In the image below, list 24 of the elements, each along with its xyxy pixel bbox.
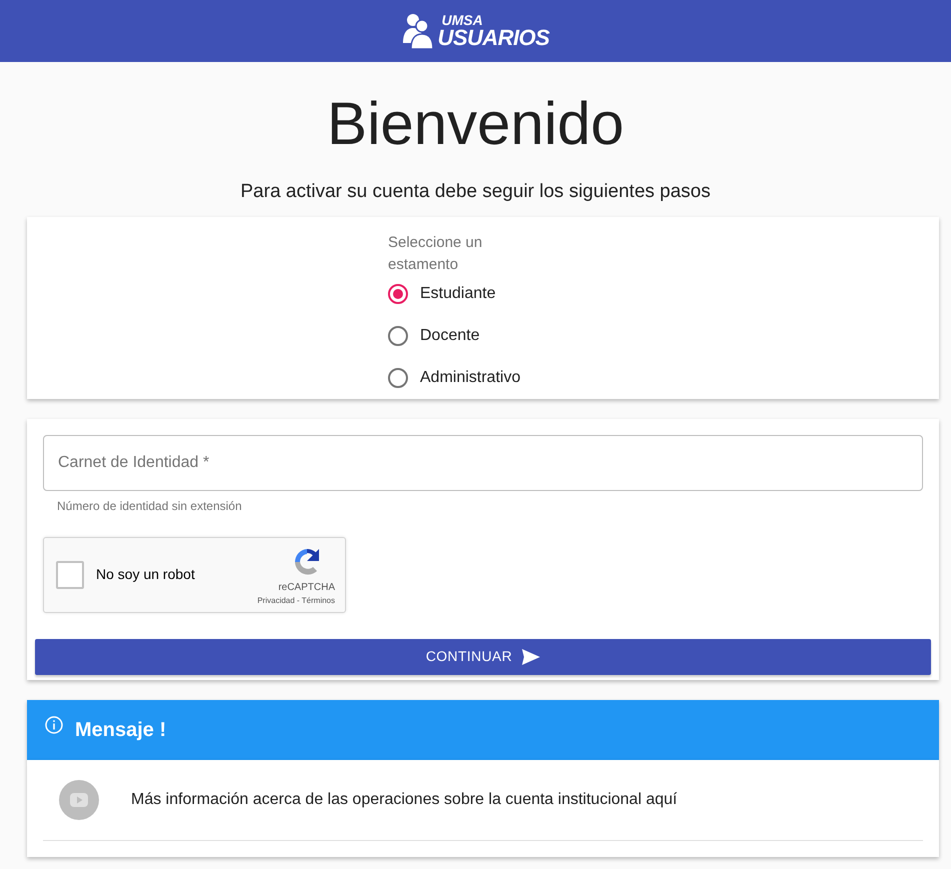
message-title: Mensaje ! bbox=[75, 718, 166, 742]
info-icon bbox=[45, 716, 63, 734]
group-label: Seleccione un estamento bbox=[388, 232, 484, 275]
radio-button[interactable] bbox=[388, 368, 408, 388]
radio-label: Estudiante bbox=[420, 284, 496, 304]
subtitle: Para activar su cuenta debe seguir los siguientes pasos bbox=[240, 180, 712, 204]
captcha-checkbox[interactable] bbox=[56, 560, 84, 588]
captcha-brand: reCAPTCHA bbox=[278, 580, 335, 594]
continue-button[interactable]: CONTINUAR bbox=[35, 638, 931, 674]
id-input-field[interactable]: Carnet de Identidad * bbox=[43, 434, 923, 490]
captcha-links[interactable]: Privacidad - Términos bbox=[257, 594, 335, 606]
users-icon bbox=[402, 13, 434, 49]
page-title: Bienvenido bbox=[326, 89, 625, 159]
radio-label: Docente bbox=[420, 326, 480, 346]
logo-text: UMSA bbox=[442, 13, 484, 27]
radio-button[interactable] bbox=[388, 326, 408, 346]
captcha-label: No soy un robot bbox=[96, 565, 195, 584]
logo-text: USUARIOS bbox=[438, 27, 550, 49]
radio-label: Administrativo bbox=[420, 368, 520, 388]
send-icon bbox=[522, 648, 540, 664]
play-video-icon bbox=[59, 780, 99, 820]
message-item[interactable]: Más información acerca de las operaciones sobre la cuenta institucional aquí bbox=[43, 760, 923, 840]
field-hint: Número de identidad sin extensión bbox=[57, 498, 243, 514]
radio-button[interactable] bbox=[388, 284, 408, 304]
